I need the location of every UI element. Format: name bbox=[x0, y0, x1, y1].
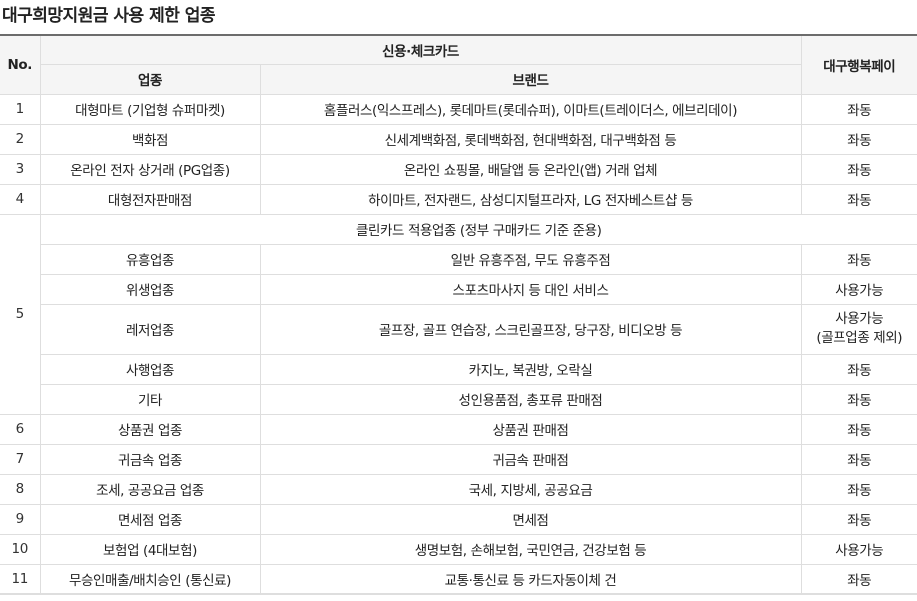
row-category: 무승인매출/배치승인 (통신료) bbox=[39, 563, 261, 595]
row-no: 5 bbox=[0, 213, 41, 415]
row-brand: 교통·통신료 등 카드자동이체 건 bbox=[259, 563, 802, 595]
row-pay: 좌동 bbox=[800, 443, 917, 475]
row-category: 위생업종 bbox=[39, 273, 261, 305]
row-brand: 상품권 판매점 bbox=[259, 413, 802, 445]
row-no: 9 bbox=[0, 503, 41, 535]
row-category: 대형마트 (기업형 슈퍼마켓) bbox=[39, 93, 261, 125]
row-pay: 좌동 bbox=[800, 183, 917, 215]
row-pay-cell: 사용가능 (골프업종 제외) bbox=[800, 303, 917, 355]
row-no: 2 bbox=[0, 123, 41, 155]
row-category: 사행업종 bbox=[39, 353, 261, 385]
table-row: 11 무승인매출/배치승인 (통신료) 교통·통신료 등 카드자동이체 건 좌동 bbox=[0, 563, 917, 595]
row-pay: 좌동 bbox=[800, 383, 917, 415]
row-no: 7 bbox=[0, 443, 41, 475]
row-brand: 성인용품점, 총포류 판매점 bbox=[259, 383, 802, 415]
row-no: 8 bbox=[0, 473, 41, 505]
row-no: 6 bbox=[0, 413, 41, 445]
row-no: 3 bbox=[0, 153, 41, 185]
row-brand: 일반 유흥주점, 무도 유흥주점 bbox=[259, 243, 802, 275]
row-category: 조세, 공공요금 업종 bbox=[39, 473, 261, 505]
table-row: 레저업종 골프장, 골프 연습장, 스크린골프장, 당구장, 비디오방 등 사용… bbox=[0, 303, 917, 355]
row-pay: 좌동 bbox=[800, 353, 917, 385]
table-row: 유흥업종 일반 유흥주점, 무도 유흥주점 좌동 bbox=[0, 243, 917, 275]
row-category: 대형전자판매점 bbox=[39, 183, 261, 215]
row-no: 1 bbox=[0, 93, 41, 125]
row-brand: 귀금속 판매점 bbox=[259, 443, 802, 475]
row-category: 상품권 업종 bbox=[39, 413, 261, 445]
row-pay: 좌동 bbox=[800, 473, 917, 505]
row-pay: 좌동 bbox=[800, 503, 917, 535]
table-row: 2 백화점 신세계백화점, 롯데백화점, 현대백화점, 대구백화점 등 좌동 bbox=[0, 123, 917, 155]
table-row: 위생업종 스포츠마사지 등 대인 서비스 사용가능 bbox=[0, 273, 917, 305]
table-row: 3 온라인 전자 상거래 (PG업종) 온라인 쇼핑몰, 배달앱 등 온라인(앱… bbox=[0, 153, 917, 185]
table-row: 8 조세, 공공요금 업종 국세, 지방세, 공공요금 좌동 bbox=[0, 473, 917, 505]
table-row: 기타 성인용품점, 총포류 판매점 좌동 bbox=[0, 383, 917, 415]
row-brand: 하이마트, 전자랜드, 삼성디지털프라자, LG 전자베스트샵 등 bbox=[259, 183, 802, 215]
row-brand: 카지노, 복권방, 오락실 bbox=[259, 353, 802, 385]
header-card-group: 신용·체크카드 bbox=[39, 34, 802, 65]
row-category: 면세점 업종 bbox=[39, 503, 261, 535]
row-pay: 좌동 bbox=[800, 563, 917, 595]
row-no: 10 bbox=[0, 533, 41, 565]
row-pay: 사용가능 bbox=[800, 273, 917, 305]
row-no: 4 bbox=[0, 183, 41, 215]
row-brand: 골프장, 골프 연습장, 스크린골프장, 당구장, 비디오방 등 bbox=[259, 303, 802, 355]
row-brand: 스포츠마사지 등 대인 서비스 bbox=[259, 273, 802, 305]
table-row: 사행업종 카지노, 복권방, 오락실 좌동 bbox=[0, 353, 917, 385]
table-row: 9 면세점 업종 면세점 좌동 bbox=[0, 503, 917, 535]
row-category: 온라인 전자 상거래 (PG업종) bbox=[39, 153, 261, 185]
row-pay: 좌동 bbox=[800, 153, 917, 185]
row-pay-note: (골프업종 제외) bbox=[816, 330, 903, 346]
row-category: 백화점 bbox=[39, 123, 261, 155]
header-no: No. bbox=[0, 34, 41, 95]
table-row: 7 귀금속 업종 귀금속 판매점 좌동 bbox=[0, 443, 917, 475]
row-brand: 온라인 쇼핑몰, 배달앱 등 온라인(앱) 거래 업체 bbox=[259, 153, 802, 185]
row-brand: 홈플러스(익스프레스), 롯데마트(롯데슈퍼), 이마트(트레이더스, 에브리데… bbox=[259, 93, 802, 125]
row-brand: 국세, 지방세, 공공요금 bbox=[259, 473, 802, 505]
header-brand: 브랜드 bbox=[259, 63, 802, 95]
row-category: 기타 bbox=[39, 383, 261, 415]
group-note: 클린카드 적용업종 (정부 구매카드 기준 준용) bbox=[39, 213, 917, 245]
row-pay: 좌동 bbox=[800, 123, 917, 155]
restriction-table: No. 신용·체크카드 대구행복페이 업종 브랜드 1 대형마트 (기업형 슈퍼… bbox=[0, 34, 917, 595]
row-pay: 사용가능 bbox=[835, 311, 884, 327]
row-pay: 사용가능 bbox=[800, 533, 917, 565]
row-category: 레저업종 bbox=[39, 303, 261, 355]
row-category: 보험업 (4대보험) bbox=[39, 533, 261, 565]
row-brand: 생명보험, 손해보험, 국민연금, 건강보험 등 bbox=[259, 533, 802, 565]
table-row: 4 대형전자판매점 하이마트, 전자랜드, 삼성디지털프라자, LG 전자베스트… bbox=[0, 183, 917, 215]
row-brand: 신세계백화점, 롯데백화점, 현대백화점, 대구백화점 등 bbox=[259, 123, 802, 155]
row-no: 11 bbox=[0, 563, 41, 595]
row-category: 유흥업종 bbox=[39, 243, 261, 275]
row-brand: 면세점 bbox=[259, 503, 802, 535]
table-row: 6 상품권 업종 상품권 판매점 좌동 bbox=[0, 413, 917, 445]
row-pay: 좌동 bbox=[800, 93, 917, 125]
header-pay: 대구행복페이 bbox=[800, 34, 917, 95]
header-category: 업종 bbox=[39, 63, 261, 95]
row-pay: 좌동 bbox=[800, 243, 917, 275]
table-row-group-note: 5 클린카드 적용업종 (정부 구매카드 기준 준용) bbox=[0, 213, 917, 415]
row-pay: 좌동 bbox=[800, 413, 917, 445]
table-row: 1 대형마트 (기업형 슈퍼마켓) 홈플러스(익스프레스), 롯데마트(롯데슈퍼… bbox=[0, 93, 917, 125]
table-row: 10 보험업 (4대보험) 생명보험, 손해보험, 국민연금, 건강보험 등 사… bbox=[0, 533, 917, 565]
page-title: 대구희망지원금 사용 제한 업종 bbox=[2, 6, 216, 26]
row-category: 귀금속 업종 bbox=[39, 443, 261, 475]
